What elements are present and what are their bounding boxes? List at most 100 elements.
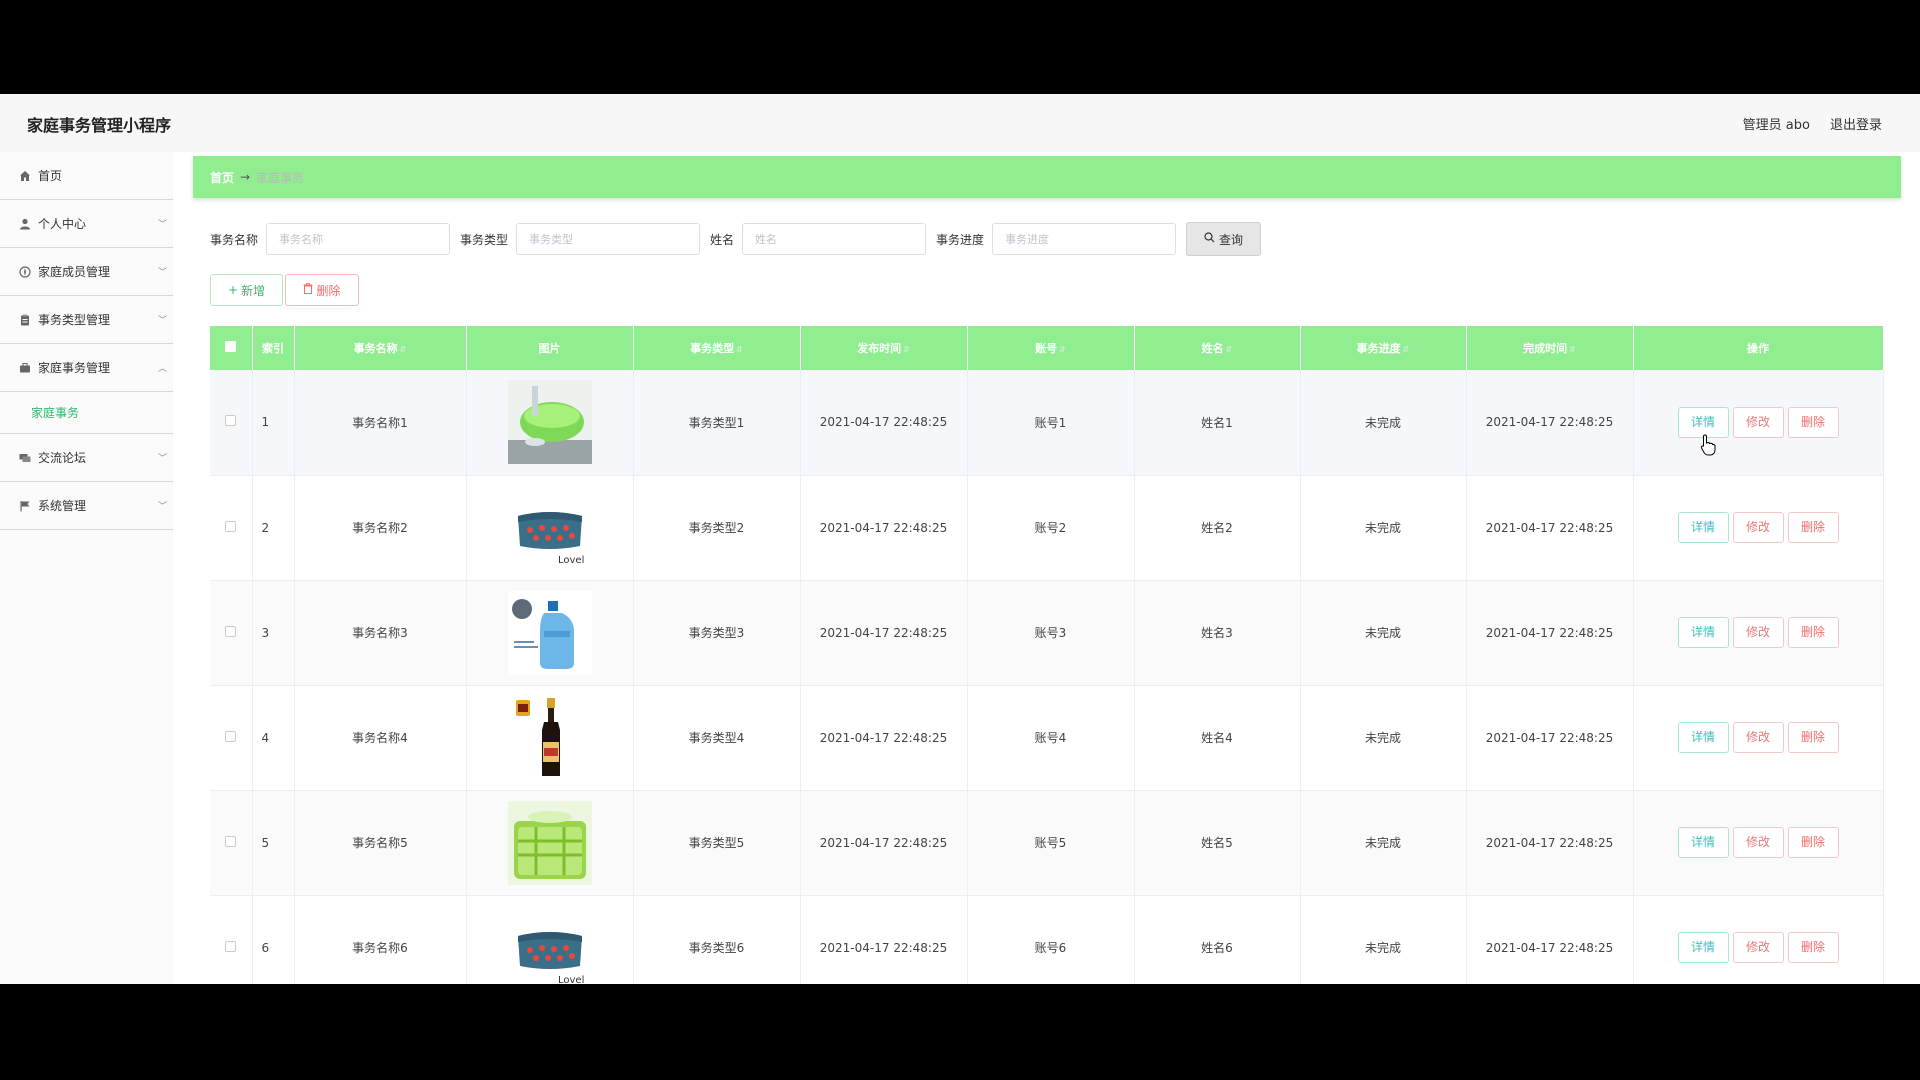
- task-name-cell: 事务名称1: [294, 370, 467, 475]
- delete-button[interactable]: 删除: [1787, 722, 1839, 753]
- column-header[interactable]: 姓名 ⇵: [1134, 326, 1301, 370]
- finish-time-cell: 2021-04-17 22:48:25: [1466, 685, 1634, 790]
- column-header[interactable]: 事务名称 ⇵: [294, 326, 467, 370]
- progress-cell: 未完成: [1300, 685, 1467, 790]
- row-select-cell[interactable]: [210, 580, 253, 685]
- column-header[interactable]: 事务进度 ⇵: [1300, 326, 1467, 370]
- detail-button[interactable]: 详情: [1677, 932, 1729, 963]
- sort-icon: ⇵: [1402, 345, 1410, 354]
- logout-link[interactable]: 退出登录: [1830, 114, 1882, 133]
- task-image[interactable]: [507, 695, 592, 780]
- search-button[interactable]: 查询: [1186, 222, 1262, 256]
- operations-cell: 详情 修改 删除: [1633, 895, 1884, 984]
- detail-button[interactable]: 详情: [1677, 512, 1729, 543]
- search-label-person: 姓名: [710, 232, 735, 247]
- column-header[interactable]: 完成时间 ⇵: [1466, 326, 1634, 370]
- breadcrumb-home[interactable]: 首页: [210, 169, 234, 186]
- task-image[interactable]: [507, 590, 592, 675]
- sidebar-subitem-family-affairs[interactable]: 家庭事务: [0, 392, 173, 434]
- sidebar-item-personal-center[interactable]: 个人中心 ﹀: [0, 200, 173, 248]
- row-index: 6: [252, 895, 295, 984]
- compass-icon: [18, 265, 31, 278]
- add-button[interactable]: + 新增: [210, 274, 283, 306]
- edit-button[interactable]: 修改: [1732, 512, 1784, 543]
- task-image[interactable]: Lovel: [507, 485, 592, 570]
- sort-icon: ⇵: [399, 345, 407, 354]
- delete-button[interactable]: 删除: [1787, 512, 1839, 543]
- table-row: 1 事务名称1 事务类型1 2021-04-17 22:48:25 账号1 姓名1 未完成 2…: [210, 370, 1884, 475]
- table-row: 6 事务名称6 Lovel 事务类型6 2021-04-17 22:48:25 账号6 姓名…: [210, 895, 1884, 984]
- delete-button[interactable]: 删除: [1787, 932, 1839, 963]
- task-name-cell: 事务名称5: [294, 790, 467, 895]
- sidebar-item-home[interactable]: 首页: [0, 152, 173, 200]
- sidebar-item-family-affairs[interactable]: 家庭事务管理 ︿: [0, 344, 173, 392]
- edit-button[interactable]: 修改: [1732, 617, 1784, 648]
- publish-time-cell: 2021-04-17 22:48:25: [800, 790, 968, 895]
- chevron-down-icon: ﹀: [157, 454, 167, 464]
- finish-time-cell: 2021-04-17 22:48:25: [1466, 475, 1634, 580]
- search-label-progress: 事务进度: [936, 232, 985, 247]
- sidebar-item-family-members[interactable]: 家庭成员管理 ﹀: [0, 248, 173, 296]
- progress-cell: 未完成: [1300, 790, 1467, 895]
- detail-button[interactable]: 详情: [1677, 827, 1729, 858]
- image-cell: [466, 370, 634, 475]
- detail-button[interactable]: 详情: [1677, 617, 1729, 648]
- admin-label[interactable]: 管理员 abo: [1743, 114, 1810, 133]
- image-cell: [466, 580, 634, 685]
- sidebar-item-label: 首页: [38, 169, 63, 183]
- task-name-cell: 事务名称6: [294, 895, 467, 984]
- row-checkbox[interactable]: [225, 625, 237, 637]
- row-select-cell[interactable]: [210, 790, 253, 895]
- row-select-cell[interactable]: [210, 370, 253, 475]
- select-all-checkbox[interactable]: [225, 341, 237, 352]
- row-select-cell[interactable]: [210, 475, 253, 580]
- edit-button[interactable]: 修改: [1732, 827, 1784, 858]
- person-cell: 姓名1: [1134, 370, 1301, 475]
- chevron-down-icon: ﹀: [157, 502, 167, 512]
- trash-icon: [303, 283, 313, 297]
- row-checkbox[interactable]: [225, 835, 237, 847]
- column-header[interactable]: 账号 ⇵: [967, 326, 1135, 370]
- edit-button[interactable]: 修改: [1732, 932, 1784, 963]
- sidebar-item-forum[interactable]: 交流论坛 ﹀: [0, 434, 173, 482]
- delete-button[interactable]: 删除: [1787, 827, 1839, 858]
- task-image[interactable]: Lovel: [507, 905, 592, 984]
- row-checkbox[interactable]: [225, 415, 237, 427]
- action-toolbar: + 新增 删除: [210, 274, 359, 306]
- row-checkbox[interactable]: [225, 520, 237, 532]
- detail-button[interactable]: 详情: [1677, 722, 1729, 753]
- row-checkbox[interactable]: [225, 940, 237, 952]
- briefcase-icon: [18, 361, 31, 374]
- image-text-lovel: Lovel: [558, 555, 584, 566]
- sidebar-item-system[interactable]: 系统管理 ﹀: [0, 482, 173, 530]
- column-header[interactable]: 发布时间 ⇵: [800, 326, 968, 370]
- task-name-input[interactable]: [266, 223, 451, 255]
- person-name-input[interactable]: [742, 223, 927, 255]
- finish-time-cell: 2021-04-17 22:48:25: [1466, 895, 1634, 984]
- task-type-input[interactable]: [516, 223, 701, 255]
- task-progress-input[interactable]: [992, 223, 1177, 255]
- delete-button[interactable]: 删除: [1787, 617, 1839, 648]
- select-all-header[interactable]: [210, 326, 253, 370]
- delete-button[interactable]: 删除: [1787, 406, 1839, 438]
- edit-button[interactable]: 修改: [1732, 406, 1784, 438]
- account-cell: 账号3: [967, 580, 1135, 685]
- edit-button[interactable]: 修改: [1732, 722, 1784, 753]
- row-select-cell[interactable]: [210, 895, 253, 984]
- breadcrumb-arrow-icon: →: [240, 170, 251, 184]
- breadcrumb-current: 家庭事务: [256, 170, 305, 185]
- column-header[interactable]: 事务类型 ⇵: [633, 326, 801, 370]
- publish-time-cell: 2021-04-17 22:48:25: [800, 685, 968, 790]
- task-image[interactable]: [507, 380, 592, 465]
- app-screen: 家庭事务管理小程序 管理员 abo 退出登录 首页 个人中心 ﹀ 家庭成员管理 …: [0, 94, 1920, 984]
- finish-time-cell: 2021-04-17 22:48:25: [1466, 580, 1634, 685]
- search-label-task-name: 事务名称: [210, 232, 259, 247]
- row-select-cell[interactable]: [210, 685, 253, 790]
- batch-delete-button[interactable]: 删除: [285, 274, 359, 306]
- sidebar-item-label: 交流论坛: [38, 451, 87, 465]
- forum-icon: [18, 451, 31, 464]
- sidebar-item-task-types[interactable]: 事务类型管理 ﹀: [0, 296, 173, 344]
- affairs-table: 索引 事务名称 ⇵ 图片 事务类型 ⇵ 发布时间 ⇵ 账号 ⇵ 姓名 ⇵ 事务进度 ⇵ 完成…: [210, 326, 1884, 984]
- row-checkbox[interactable]: [225, 730, 237, 742]
- task-image[interactable]: [507, 800, 592, 885]
